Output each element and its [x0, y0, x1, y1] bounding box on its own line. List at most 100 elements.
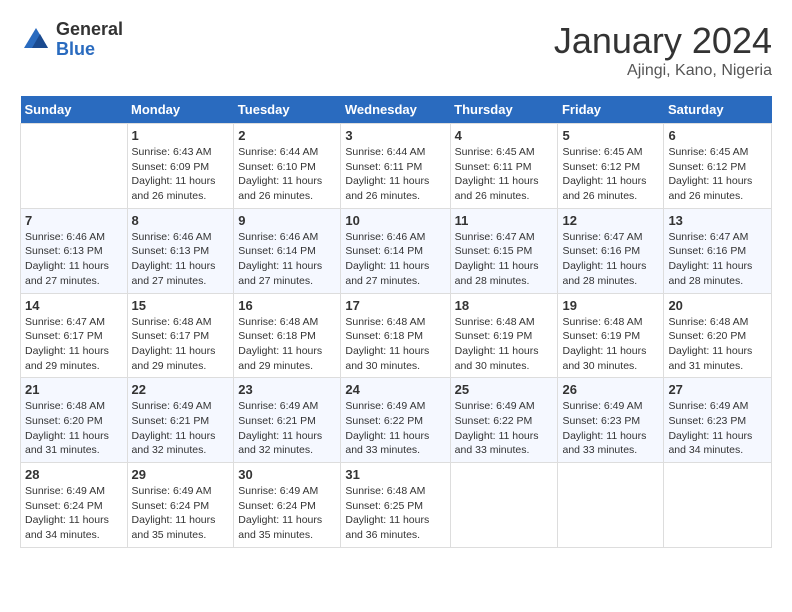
- calendar-cell: 13Sunrise: 6:47 AMSunset: 6:16 PMDayligh…: [664, 208, 772, 293]
- calendar-table: SundayMondayTuesdayWednesdayThursdayFrid…: [20, 96, 772, 548]
- calendar-cell: 18Sunrise: 6:48 AMSunset: 6:19 PMDayligh…: [450, 293, 558, 378]
- day-detail: Sunrise: 6:49 AMSunset: 6:21 PMDaylight:…: [238, 400, 322, 456]
- day-detail: Sunrise: 6:46 AMSunset: 6:14 PMDaylight:…: [238, 231, 322, 287]
- day-detail: Sunrise: 6:47 AMSunset: 6:16 PMDaylight:…: [562, 231, 646, 287]
- calendar-cell: 16 Sunrise: 6:48 AMSunset: 6:18 PMDayligh…: [234, 293, 341, 378]
- day-detail: Sunrise: 6:47 AMSunset: 6:15 PMDaylight:…: [455, 231, 539, 287]
- day-detail: Sunrise: 6:46 AMSunset: 6:14 PMDaylight:…: [345, 231, 429, 287]
- calendar-cell: 27 Sunrise: 6:49 AMSunset: 6:23 PMDayligh…: [664, 378, 772, 463]
- weekday-header-thursday: Thursday: [450, 96, 558, 124]
- calendar-cell: 31 Sunrise: 6:48 AMSunset: 6:25 PMDayligh…: [341, 463, 450, 548]
- day-number: 8: [132, 213, 230, 228]
- calendar-cell: 15 Sunrise: 6:48 AMSunset: 6:17 PMDayligh…: [127, 293, 234, 378]
- day-number: 23: [238, 382, 336, 397]
- page-header: General Blue January 2024 Ajingi, Kano, …: [20, 20, 772, 80]
- day-detail: Sunrise: 6:48 AMSunset: 6:18 PMDaylight:…: [238, 316, 322, 372]
- calendar-cell: 6Sunrise: 6:45 AMSunset: 6:12 PMDaylight…: [664, 124, 772, 209]
- day-number: 5: [562, 128, 659, 143]
- day-number: 7: [25, 213, 123, 228]
- calendar-cell: 3 Sunrise: 6:44 AMSunset: 6:11 PMDaylight…: [341, 124, 450, 209]
- title-block: January 2024 Ajingi, Kano, Nigeria: [554, 20, 772, 80]
- day-detail: Sunrise: 6:49 AMSunset: 6:23 PMDaylight:…: [562, 400, 646, 456]
- day-number: 13: [668, 213, 767, 228]
- calendar-cell: 4Sunrise: 6:45 AMSunset: 6:11 PMDaylight…: [450, 124, 558, 209]
- day-detail: Sunrise: 6:49 AMSunset: 6:23 PMDaylight:…: [668, 400, 752, 456]
- day-number: 2: [238, 128, 336, 143]
- calendar-cell: 1 Sunrise: 6:43 AMSunset: 6:09 PMDaylight…: [127, 124, 234, 209]
- day-number: 14: [25, 298, 123, 313]
- calendar-cell: 9 Sunrise: 6:46 AMSunset: 6:14 PMDaylight…: [234, 208, 341, 293]
- day-detail: Sunrise: 6:47 AMSunset: 6:17 PMDaylight:…: [25, 316, 109, 372]
- day-detail: Sunrise: 6:48 AMSunset: 6:20 PMDaylight:…: [25, 400, 109, 456]
- day-detail: Sunrise: 6:48 AMSunset: 6:19 PMDaylight:…: [455, 316, 539, 372]
- logo-icon: [20, 24, 52, 56]
- calendar-cell: [21, 124, 128, 209]
- day-number: 12: [562, 213, 659, 228]
- day-number: 21: [25, 382, 123, 397]
- day-number: 10: [345, 213, 445, 228]
- month-title: January 2024: [554, 20, 772, 62]
- day-number: 20: [668, 298, 767, 313]
- day-number: 9: [238, 213, 336, 228]
- day-detail: Sunrise: 6:48 AMSunset: 6:19 PMDaylight:…: [562, 316, 646, 372]
- day-detail: Sunrise: 6:49 AMSunset: 6:24 PMDaylight:…: [25, 485, 109, 541]
- calendar-cell: [450, 463, 558, 548]
- day-detail: Sunrise: 6:48 AMSunset: 6:17 PMDaylight:…: [132, 316, 216, 372]
- day-number: 29: [132, 467, 230, 482]
- day-number: 25: [455, 382, 554, 397]
- logo-blue: Blue: [56, 40, 123, 60]
- calendar-cell: 5Sunrise: 6:45 AMSunset: 6:12 PMDaylight…: [558, 124, 664, 209]
- day-detail: Sunrise: 6:46 AMSunset: 6:13 PMDaylight:…: [25, 231, 109, 287]
- calendar-cell: 10 Sunrise: 6:46 AMSunset: 6:14 PMDayligh…: [341, 208, 450, 293]
- calendar-cell: 20 Sunrise: 6:48 AMSunset: 6:20 PMDayligh…: [664, 293, 772, 378]
- weekday-header-monday: Monday: [127, 96, 234, 124]
- day-detail: Sunrise: 6:44 AMSunset: 6:10 PMDaylight:…: [238, 146, 322, 202]
- day-detail: Sunrise: 6:49 AMSunset: 6:22 PMDaylight:…: [455, 400, 539, 456]
- day-number: 3: [345, 128, 445, 143]
- calendar-week-row: 28 Sunrise: 6:49 AMSunset: 6:24 PMDayligh…: [21, 463, 772, 548]
- day-number: 16: [238, 298, 336, 313]
- day-number: 28: [25, 467, 123, 482]
- weekday-header-friday: Friday: [558, 96, 664, 124]
- logo: General Blue: [20, 20, 123, 60]
- day-detail: Sunrise: 6:49 AMSunset: 6:21 PMDaylight:…: [132, 400, 216, 456]
- day-number: 27: [668, 382, 767, 397]
- calendar-week-row: 7 Sunrise: 6:46 AMSunset: 6:13 PMDaylight…: [21, 208, 772, 293]
- logo-general: General: [56, 20, 123, 40]
- calendar-cell: [664, 463, 772, 548]
- day-number: 31: [345, 467, 445, 482]
- day-number: 26: [562, 382, 659, 397]
- weekday-header-row: SundayMondayTuesdayWednesdayThursdayFrid…: [21, 96, 772, 124]
- calendar-cell: 12 Sunrise: 6:47 AMSunset: 6:16 PMDayligh…: [558, 208, 664, 293]
- day-number: 30: [238, 467, 336, 482]
- calendar-week-row: 1 Sunrise: 6:43 AMSunset: 6:09 PMDaylight…: [21, 124, 772, 209]
- day-detail: Sunrise: 6:49 AMSunset: 6:22 PMDaylight:…: [345, 400, 429, 456]
- calendar-cell: 25 Sunrise: 6:49 AMSunset: 6:22 PMDayligh…: [450, 378, 558, 463]
- day-detail: Sunrise: 6:43 AMSunset: 6:09 PMDaylight:…: [132, 146, 216, 202]
- calendar-cell: 11Sunrise: 6:47 AMSunset: 6:15 PMDayligh…: [450, 208, 558, 293]
- calendar-cell: 2 Sunrise: 6:44 AMSunset: 6:10 PMDaylight…: [234, 124, 341, 209]
- day-number: 1: [132, 128, 230, 143]
- calendar-cell: 30 Sunrise: 6:49 AMSunset: 6:24 PMDayligh…: [234, 463, 341, 548]
- calendar-cell: 21 Sunrise: 6:48 AMSunset: 6:20 PMDayligh…: [21, 378, 128, 463]
- day-detail: Sunrise: 6:46 AMSunset: 6:13 PMDaylight:…: [132, 231, 216, 287]
- calendar-cell: [558, 463, 664, 548]
- location-title: Ajingi, Kano, Nigeria: [554, 62, 772, 80]
- calendar-cell: 17Sunrise: 6:48 AMSunset: 6:18 PMDayligh…: [341, 293, 450, 378]
- calendar-week-row: 21 Sunrise: 6:48 AMSunset: 6:20 PMDayligh…: [21, 378, 772, 463]
- day-detail: Sunrise: 6:48 AMSunset: 6:18 PMDaylight:…: [345, 316, 429, 372]
- weekday-header-sunday: Sunday: [21, 96, 128, 124]
- day-detail: Sunrise: 6:49 AMSunset: 6:24 PMDaylight:…: [238, 485, 322, 541]
- day-number: 15: [132, 298, 230, 313]
- calendar-cell: 8 Sunrise: 6:46 AMSunset: 6:13 PMDaylight…: [127, 208, 234, 293]
- day-detail: Sunrise: 6:48 AMSunset: 6:25 PMDaylight:…: [345, 485, 429, 541]
- weekday-header-tuesday: Tuesday: [234, 96, 341, 124]
- day-detail: Sunrise: 6:44 AMSunset: 6:11 PMDaylight:…: [345, 146, 429, 202]
- calendar-cell: 14 Sunrise: 6:47 AMSunset: 6:17 PMDayligh…: [21, 293, 128, 378]
- calendar-week-row: 14 Sunrise: 6:47 AMSunset: 6:17 PMDayligh…: [21, 293, 772, 378]
- calendar-cell: 22 Sunrise: 6:49 AMSunset: 6:21 PMDayligh…: [127, 378, 234, 463]
- day-number: 22: [132, 382, 230, 397]
- day-detail: Sunrise: 6:45 AMSunset: 6:11 PMDaylight:…: [455, 146, 539, 202]
- calendar-cell: 7 Sunrise: 6:46 AMSunset: 6:13 PMDaylight…: [21, 208, 128, 293]
- day-detail: Sunrise: 6:48 AMSunset: 6:20 PMDaylight:…: [668, 316, 752, 372]
